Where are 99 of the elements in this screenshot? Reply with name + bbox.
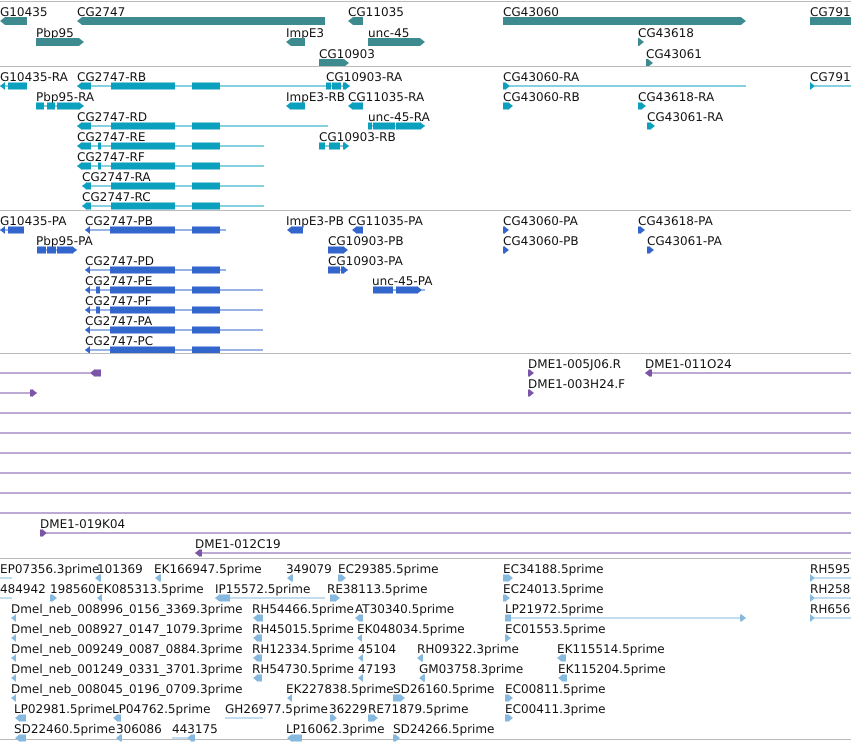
feature-label: RH12334.5prime (252, 642, 354, 656)
feature-label: EC01553.5prime (505, 622, 606, 636)
feature-label: LP21972.5prime (505, 602, 604, 616)
feature-label: unc-45-RA (368, 110, 430, 124)
feature-label: CG2747-PD (85, 254, 154, 268)
feature-label: RH595 (810, 562, 850, 576)
feature-label: ImpE3-PB (286, 214, 344, 228)
feature-label: DME1-003H24.F (528, 377, 626, 391)
feature-label: IP15572.5prime (215, 582, 310, 596)
feature-label: Dmel_neb_008045_0196_0709.3prime (11, 682, 243, 696)
feature-label: DME1-012C19 (195, 537, 281, 551)
feature-label: RE38113.5prime (327, 582, 428, 596)
feature-label: EC00811.5prime (505, 682, 606, 696)
feature-label: CG2747-PF (85, 294, 152, 308)
feature-label: G10435-PA (0, 214, 66, 228)
feature-label: RH54466.5prime (252, 602, 354, 616)
feature-label: EK048034.5prime (357, 622, 465, 636)
feature-label: G10435 (0, 5, 48, 19)
feature-label: CG10903-RB (319, 130, 396, 144)
feature-label: ImpE3 (286, 26, 324, 40)
feature-label: CG10903 (319, 47, 375, 61)
feature-label: RH54730.5prime (252, 662, 354, 676)
feature-label: CG10903-PB (328, 234, 404, 248)
feature-label: EP07356.3prime (0, 562, 100, 576)
feature-label: CG43618-RA (638, 90, 714, 104)
feature-label: CG43061 (646, 47, 702, 61)
feature-label: DME1-005J06.R (528, 357, 622, 371)
feature-label: AT30340.5prime (355, 602, 454, 616)
feature-label: 306086 (116, 722, 162, 736)
feature-label: Dmel_neb_008927_0147_1079.3prime (11, 622, 243, 636)
feature-label: CG11035-PA (348, 214, 423, 228)
feature-label: Pbp95-RA (36, 90, 94, 104)
feature-label: EC00411.3prime (505, 702, 606, 716)
feature-label: 349079 (286, 562, 332, 576)
feature-label: CG2747-PA (85, 314, 152, 328)
feature-label: RH258 (810, 582, 850, 596)
feature-label: Dmel_neb_008996_0156_3369.3prime (11, 602, 243, 616)
feature-label: CG43060 (503, 5, 559, 19)
feature-label: unc-45-PA (372, 274, 432, 288)
feature-label: GM03758.3prime (419, 662, 524, 676)
feature-label: CG43060-RB (503, 90, 580, 104)
feature-label: Dmel_neb_009249_0087_0884.3prime (11, 642, 243, 656)
feature-label: CG43060-PB (503, 234, 579, 248)
feature-label: CG2747-RF (77, 150, 145, 164)
feature-label: Pbp95-PA (36, 234, 93, 248)
feature-label: CG11035-RA (348, 90, 424, 104)
feature-label: EC24013.5prime (503, 582, 604, 596)
feature-label: CG43060-RA (503, 70, 580, 84)
feature-label: DME1-019K04 (40, 517, 126, 531)
feature-label: 47193 (358, 662, 396, 676)
feature-label: CG2747-RD (77, 110, 148, 124)
feature-label: DME1-011O24 (645, 357, 732, 371)
feature-label: EK115514.5prime (557, 642, 665, 656)
feature-label: CG43060-PA (503, 214, 578, 228)
feature-label: Dmel_neb_001249_0331_3701.3prime (11, 662, 243, 676)
feature-label: EC34188.5prime (503, 562, 604, 576)
feature-label: ImpE3-RB (286, 90, 345, 104)
feature-label: CG11035 (348, 5, 404, 19)
feature-label: LP02981.5prime (14, 702, 113, 716)
feature-label: EK085313.5prime (96, 582, 204, 596)
feature-label: 101369 (97, 562, 143, 576)
feature-label: EK166947.5prime (154, 562, 262, 576)
feature-label: CG2747-PB (85, 214, 154, 228)
feature-label: CG2747-PC (85, 334, 154, 348)
feature-label: CG791 (810, 70, 851, 84)
feature-label: LP04762.5prime (112, 702, 211, 716)
feature-label: CG2747 (77, 5, 126, 19)
feature-label: CG43618 (638, 26, 694, 40)
feature-label: unc-45 (368, 26, 410, 40)
feature-label: LP16062.3prime (286, 722, 385, 736)
feature-label: 45104 (358, 642, 396, 656)
feature-label: GH26977.5prime (225, 702, 328, 716)
feature-label: CG2747-RE (77, 130, 146, 144)
feature-label: 443175 (172, 722, 218, 736)
feature-label: CG43061-RA (647, 110, 724, 124)
feature-label: CG43618-PA (638, 214, 713, 228)
feature-label: SD26160.5prime (393, 682, 494, 696)
feature-label: RE71879.5prime (368, 702, 468, 716)
feature-label: 36229 (329, 702, 368, 716)
feature-label: 198560 (50, 582, 96, 596)
feature-label: RH09322.3prime (417, 642, 519, 656)
feature-label: CG10903-RA (326, 70, 402, 84)
feature-label: CG10903-PA (328, 254, 403, 268)
feature-label: 484942 (0, 582, 46, 596)
feature-label: EK115204.5prime (558, 662, 666, 676)
feature-label: EK227838.5prime (286, 682, 394, 696)
feature-label: CG2747-RA (82, 170, 151, 184)
feature-label: CG2747-RC (82, 190, 151, 204)
feature-label: CG2747-PE (85, 274, 152, 288)
feature-label: G10435-RA (0, 70, 68, 84)
feature-label: CG791 (810, 5, 851, 19)
feature-label: CG2747-RB (77, 70, 146, 84)
feature-label: EC29385.5prime (338, 562, 439, 576)
feature-label: SD24266.5prime (393, 722, 494, 736)
feature-label: Pbp95 (36, 26, 74, 40)
feature-label: CG43061-PA (647, 234, 722, 248)
feature-label: RH656 (810, 602, 850, 616)
feature-label: SD22460.5prime (14, 722, 116, 736)
feature-label: RH45015.5prime (252, 622, 354, 636)
